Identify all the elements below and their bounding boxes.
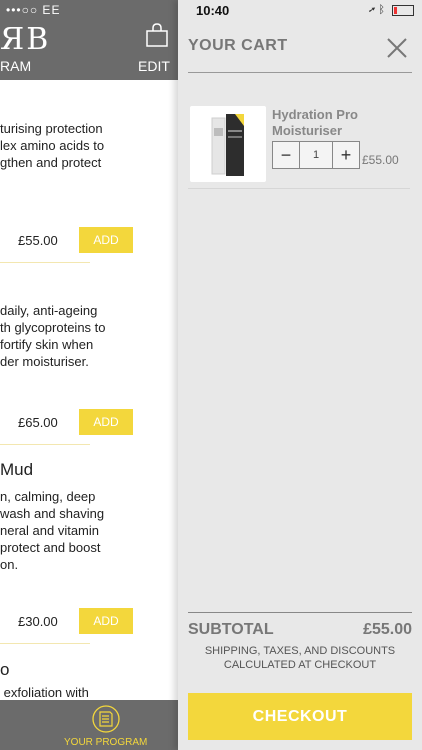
- product-price: £65.00: [18, 415, 58, 430]
- product-thumbnail: [190, 106, 266, 182]
- product-card: turising protection lex amino acids to g…: [0, 120, 178, 171]
- product-price: £30.00: [18, 614, 58, 629]
- product-card: daily, anti-ageing th glycoproteins to f…: [0, 302, 178, 370]
- your-program-tab[interactable]: YOUR PROGRAM: [64, 737, 147, 748]
- add-button[interactable]: ADD: [79, 608, 133, 634]
- close-icon[interactable]: [386, 37, 408, 59]
- product-description: turising protection lex amino acids to g…: [0, 121, 105, 170]
- cart-item-price: £55.00: [362, 153, 399, 167]
- subtotal-value: £55.00: [363, 621, 412, 638]
- brand-logo: ЯB: [0, 22, 51, 57]
- increase-quantity-button[interactable]: +: [332, 142, 359, 168]
- status-bar: 10:40 ➚ ᛒ: [178, 0, 422, 22]
- battery-icon: [392, 4, 414, 16]
- edit-button[interactable]: EDIT: [138, 58, 170, 74]
- carrier-status: •••○○ EE: [6, 3, 61, 17]
- shopping-bag-icon[interactable]: [144, 22, 170, 48]
- program-header: •••○○ EE ЯB RAM EDIT: [0, 0, 178, 80]
- subtotal-label: SUBTOTAL: [188, 621, 274, 638]
- divider: [0, 262, 90, 263]
- add-button[interactable]: ADD: [79, 227, 133, 253]
- program-icon[interactable]: [91, 704, 121, 734]
- status-time: 10:40: [196, 3, 230, 18]
- cart-title: YOUR CART: [188, 37, 288, 54]
- quantity-value[interactable]: 1: [299, 142, 333, 168]
- subtotal-divider: [188, 612, 412, 613]
- product-description: exfoliation with: [0, 685, 89, 700]
- cart-panel: 10:40 ➚ ᛒ YOUR CART Hydration Pro Moistu…: [178, 0, 422, 750]
- add-button[interactable]: ADD: [79, 409, 133, 435]
- product-card: Mud n, calming, deep wash and shaving ne…: [0, 460, 178, 573]
- product-card: o exfoliation with: [0, 660, 178, 701]
- item-divider: [188, 188, 410, 189]
- shipping-note: SHIPPING, TAXES, AND DISCOUNTS CALCULATE…: [204, 645, 396, 671]
- cart-item-name[interactable]: Hydration Pro Moisturiser: [272, 107, 382, 139]
- product-image-icon: [211, 114, 244, 176]
- decrease-quantity-button[interactable]: −: [273, 142, 300, 168]
- product-name: Mud: [0, 460, 34, 479]
- divider: [0, 643, 90, 644]
- product-description: n, calming, deep wash and shaving neral …: [0, 489, 105, 572]
- bluetooth-icon: ᛒ: [378, 4, 385, 16]
- checkout-button[interactable]: CHECKOUT: [188, 693, 412, 740]
- product-description: daily, anti-ageing th glycoproteins to f…: [0, 303, 106, 369]
- location-icon: ➚: [368, 4, 376, 16]
- status-icons: ➚ ᛒ: [369, 4, 414, 16]
- program-panel: •••○○ EE ЯB RAM EDIT turising protection…: [0, 0, 178, 750]
- product-name: o: [0, 660, 10, 679]
- divider: [0, 444, 90, 445]
- product-price: £55.00: [18, 233, 58, 248]
- header-divider: [188, 72, 412, 73]
- program-tab-label[interactable]: RAM: [0, 58, 31, 74]
- quantity-stepper[interactable]: − 1 +: [272, 141, 360, 169]
